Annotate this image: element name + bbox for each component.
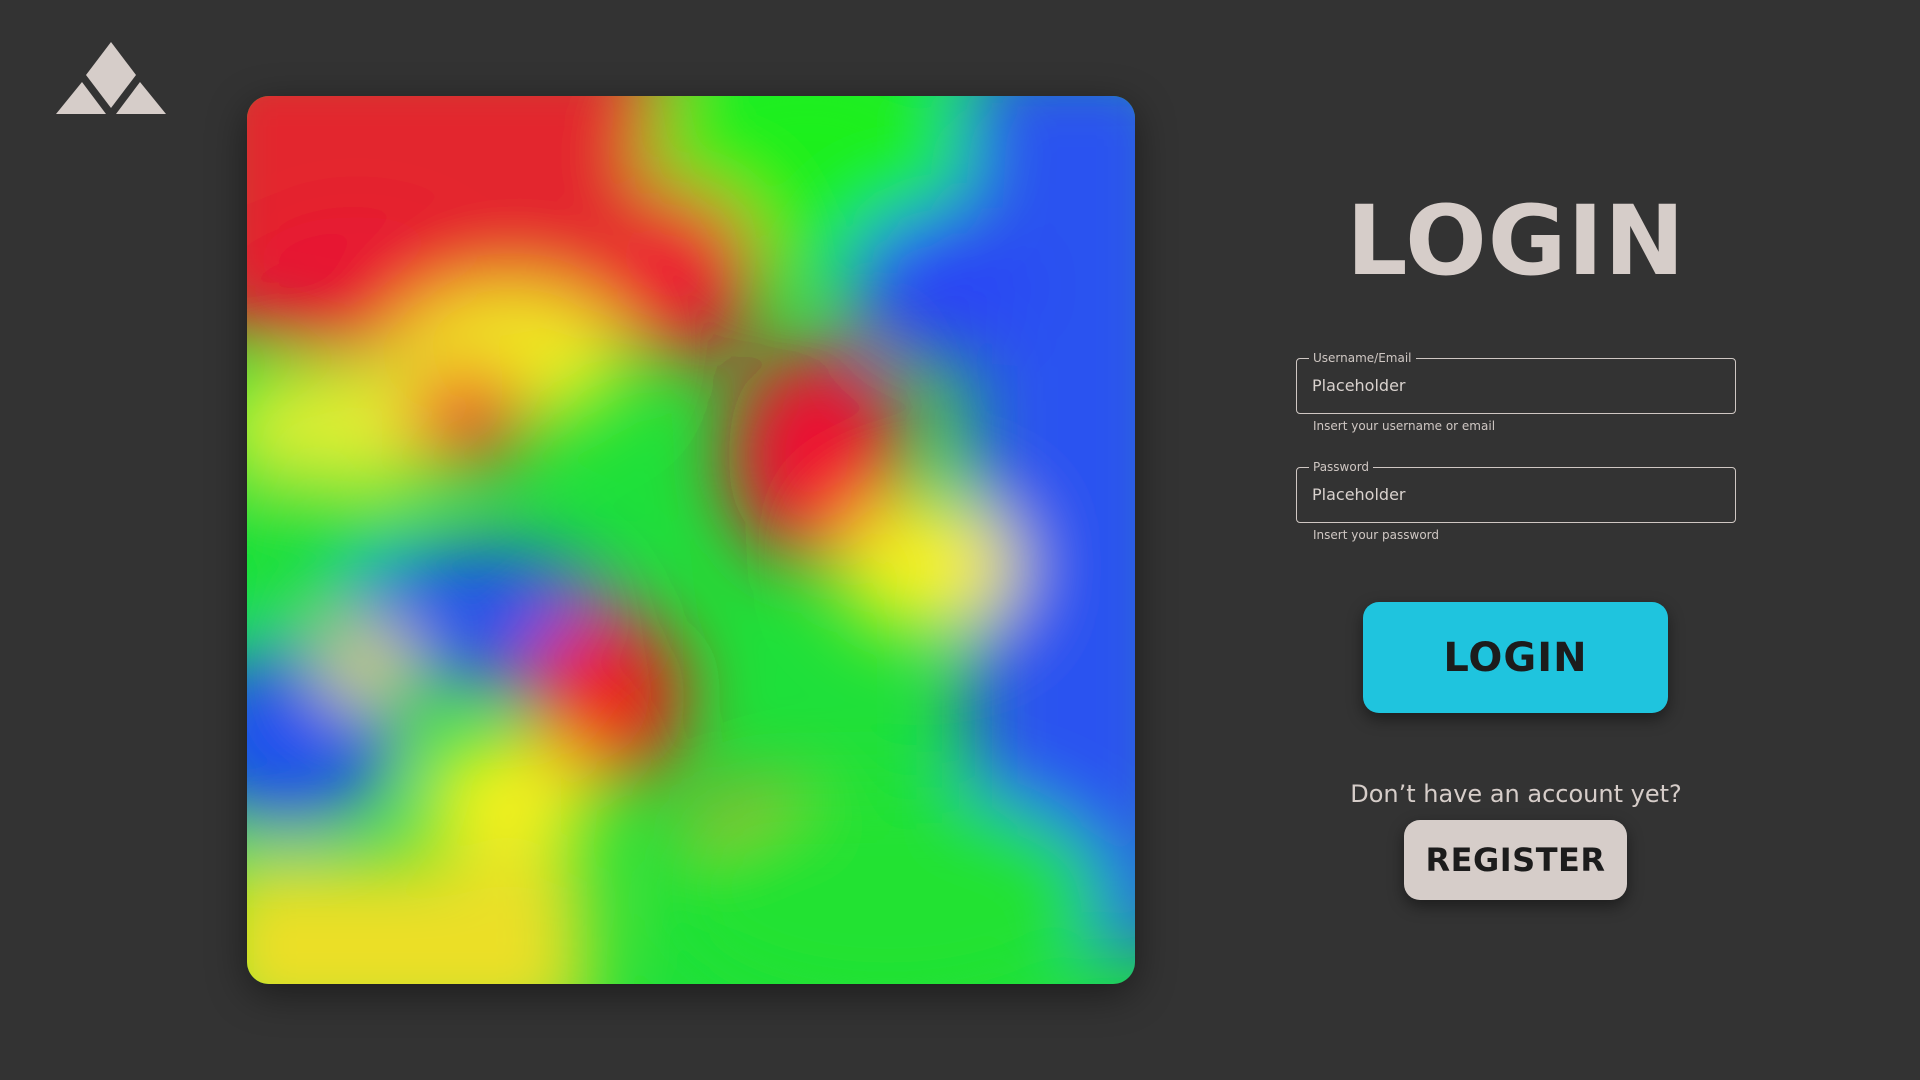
username-input[interactable]: Placeholder bbox=[1312, 359, 1723, 412]
password-helper: Insert your password bbox=[1313, 528, 1439, 542]
triangles-logo-icon bbox=[54, 42, 168, 114]
login-button[interactable]: LOGIN bbox=[1363, 602, 1668, 713]
register-button[interactable]: REGISTER bbox=[1404, 820, 1627, 900]
hero-image bbox=[247, 96, 1135, 984]
username-helper: Insert your username or email bbox=[1313, 419, 1496, 433]
password-field[interactable]: Password Placeholder bbox=[1296, 459, 1736, 523]
login-page: LOGIN Username/Email Placeholder Insert … bbox=[0, 0, 1920, 1080]
password-input[interactable]: Placeholder bbox=[1312, 468, 1723, 521]
username-field[interactable]: Username/Email Placeholder bbox=[1296, 350, 1736, 414]
page-title: LOGIN bbox=[1346, 185, 1686, 297]
login-panel: LOGIN Username/Email Placeholder Insert … bbox=[1296, 0, 1736, 1080]
register-prompt: Don’t have an account yet? bbox=[1350, 780, 1682, 808]
